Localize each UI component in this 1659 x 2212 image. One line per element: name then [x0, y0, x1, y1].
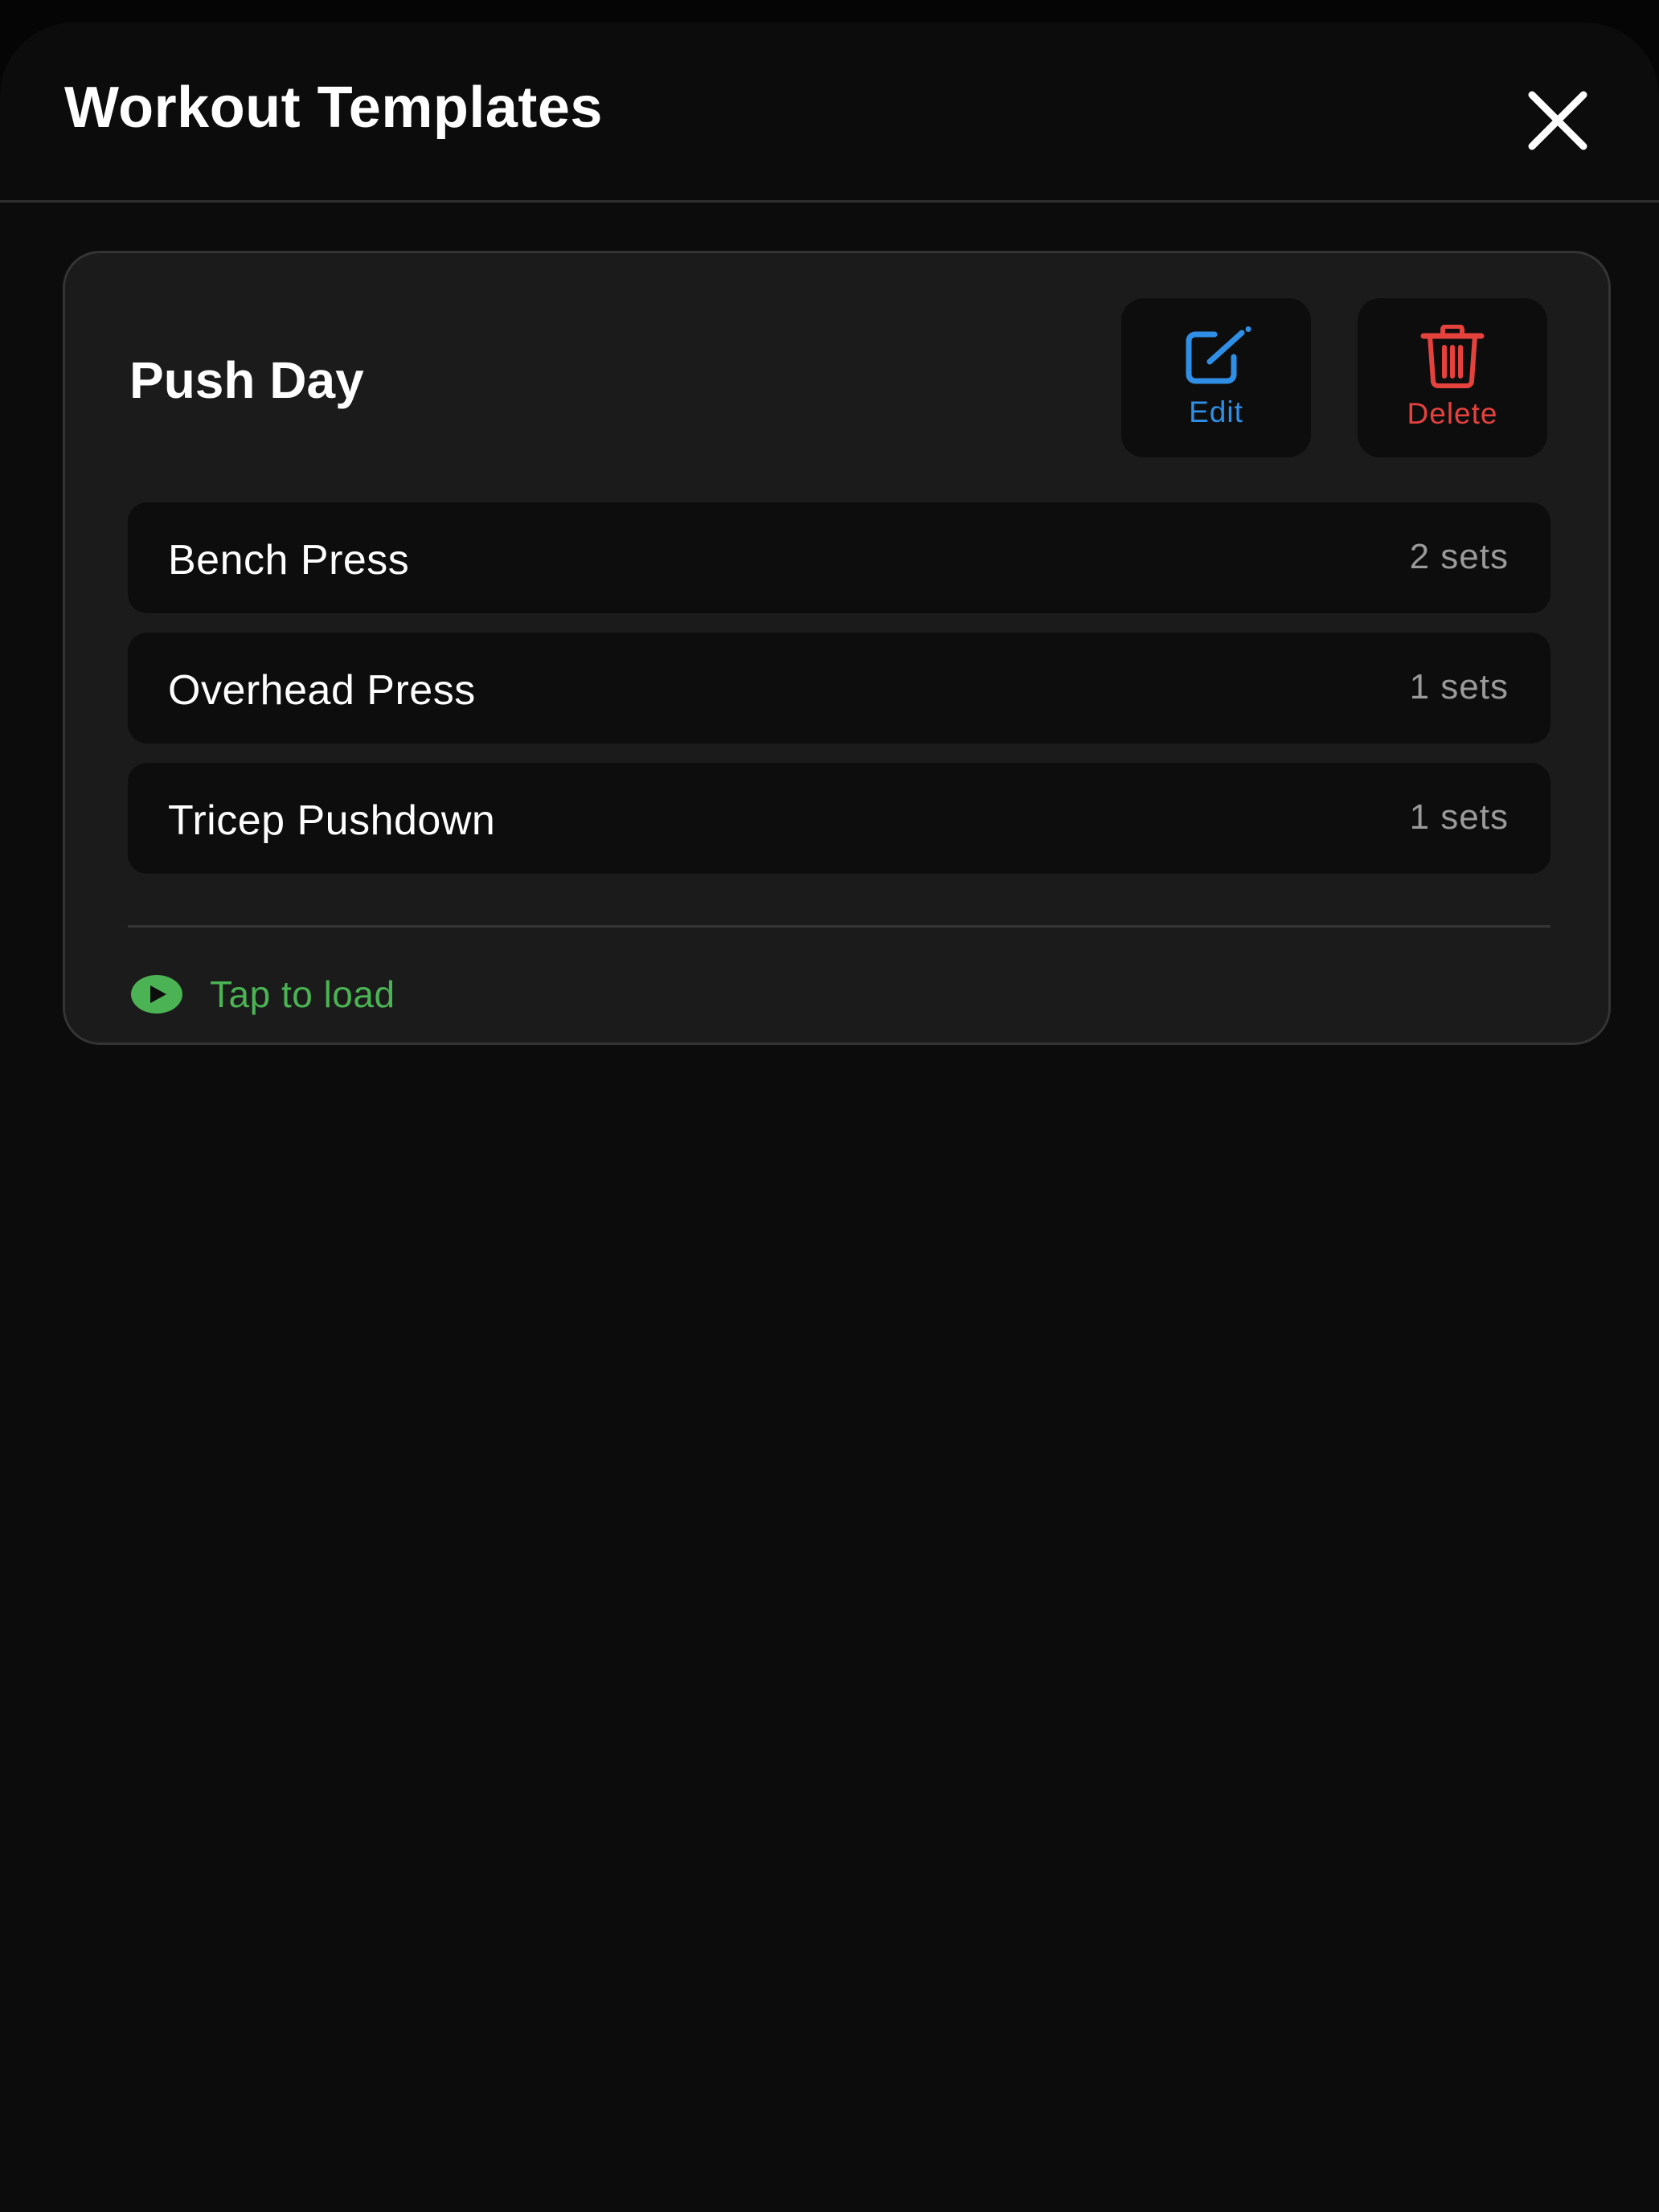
exercise-list: Bench Press 2 sets Overhead Press 1 sets… — [128, 502, 1550, 893]
templates-sheet: Workout Templates Push Day Edit Delete B… — [0, 23, 1659, 2212]
exercise-sets: 1 sets — [1409, 667, 1509, 707]
exercise-name: Tricep Pushdown — [168, 797, 496, 844]
delete-button[interactable]: Delete — [1358, 298, 1547, 457]
sheet-header: Workout Templates — [0, 23, 1659, 203]
load-template-button[interactable]: Tap to load — [131, 969, 395, 1020]
exercise-row[interactable]: Overhead Press 1 sets — [128, 633, 1550, 743]
edit-button[interactable]: Edit — [1121, 298, 1311, 457]
exercise-sets: 2 sets — [1409, 537, 1509, 576]
template-card[interactable]: Push Day Edit Delete Bench Press 2 sets … — [63, 251, 1611, 1045]
template-name: Push Day — [129, 351, 364, 409]
load-label: Tap to load — [210, 973, 395, 1015]
exercise-name: Bench Press — [168, 537, 410, 584]
edit-label: Edit — [1189, 395, 1243, 428]
trash-icon — [1420, 325, 1485, 388]
exercise-row[interactable]: Bench Press 2 sets — [128, 502, 1550, 613]
close-icon — [1528, 91, 1587, 150]
edit-icon — [1186, 326, 1251, 384]
delete-label: Delete — [1407, 397, 1498, 430]
exercise-name: Overhead Press — [168, 667, 476, 714]
play-circle-icon — [131, 975, 182, 1014]
exercise-row[interactable]: Tricep Pushdown 1 sets — [128, 763, 1550, 874]
card-divider — [128, 925, 1550, 928]
page-title: Workout Templates — [64, 76, 603, 140]
close-button[interactable] — [1516, 79, 1600, 162]
exercise-sets: 1 sets — [1409, 797, 1509, 837]
